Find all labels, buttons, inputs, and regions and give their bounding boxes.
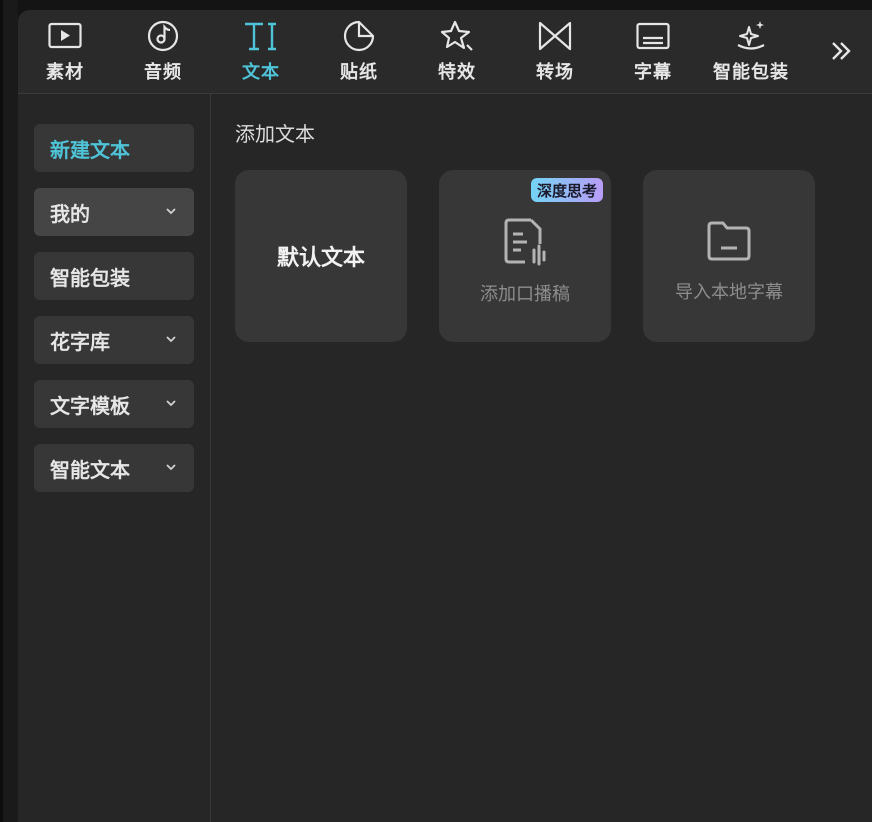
tab-transition[interactable]: 转场 — [512, 18, 598, 86]
tab-label: 智能包装 — [713, 62, 789, 83]
more-tabs-button[interactable] — [826, 36, 856, 66]
add-script-card[interactable]: 深度思考 添加口播稿 — [439, 170, 611, 342]
tab-subtitle[interactable]: 字幕 — [610, 18, 696, 86]
text-panel: 素材 音频 文本 贴纸 特效 转场 字幕 智能包装 新建文本 我的 智能包装 花… — [18, 10, 872, 822]
sidebar-item-label: 文字模板 — [50, 393, 130, 418]
default-text-card[interactable]: 默认文本 — [235, 170, 407, 342]
subtitle-icon — [635, 18, 671, 54]
tab-label: 转场 — [536, 62, 574, 83]
tab-label: 音频 — [144, 62, 182, 83]
folder-icon — [707, 221, 751, 261]
tab-label: 特效 — [438, 62, 476, 83]
script-audio-icon — [504, 218, 546, 266]
chevron-down-icon — [166, 400, 176, 407]
sticker-icon — [341, 18, 377, 54]
sidebar-item-label: 智能文本 — [50, 457, 130, 482]
tab-label: 素材 — [46, 62, 84, 83]
music-note-icon — [145, 18, 181, 54]
sidebar-item-label: 花字库 — [50, 329, 110, 354]
text-sidebar: 新建文本 我的 智能包装 花字库 文字模板 智能文本 — [18, 94, 211, 822]
sidebar-item-label: 智能包装 — [50, 265, 130, 290]
chevron-down-icon — [166, 464, 176, 471]
sidebar-item-smart-packaging[interactable]: 智能包装 — [34, 252, 194, 300]
tab-media[interactable]: 素材 — [22, 18, 108, 86]
sidebar-item-new-text[interactable]: 新建文本 — [34, 124, 194, 172]
tab-audio[interactable]: 音频 — [120, 18, 206, 86]
card-label: 导入本地字幕 — [675, 282, 783, 303]
magic-wand-icon — [733, 18, 769, 54]
text-ti-icon — [243, 18, 279, 54]
sidebar-item-fancy-text[interactable]: 花字库 — [34, 316, 194, 364]
sidebar-item-mine[interactable]: 我的 — [34, 188, 194, 236]
text-content-area: 添加文本 默认文本 深度思考 添加口播稿 导入本地字幕 — [211, 94, 872, 822]
tab-effects[interactable]: 特效 — [414, 18, 500, 86]
chevron-down-icon — [166, 336, 176, 343]
sidebar-item-label: 我的 — [50, 201, 90, 226]
category-toolbar: 素材 音频 文本 贴纸 特效 转场 字幕 智能包装 — [18, 10, 872, 94]
tab-label: 贴纸 — [340, 62, 378, 83]
chevron-down-icon — [166, 208, 176, 215]
tab-label: 字幕 — [634, 62, 672, 83]
star-sparkle-icon — [439, 18, 475, 54]
import-subtitle-card[interactable]: 导入本地字幕 — [643, 170, 815, 342]
tab-label: 文本 — [242, 62, 280, 83]
card-title: 默认文本 — [276, 246, 365, 271]
media-play-icon — [47, 18, 83, 54]
tab-text[interactable]: 文本 — [218, 18, 304, 86]
transition-bowtie-icon — [537, 18, 573, 54]
tab-smart-packaging[interactable]: 智能包装 — [708, 18, 794, 86]
section-title: 添加文本 — [235, 122, 315, 146]
sidebar-item-text-templates[interactable]: 文字模板 — [34, 380, 194, 428]
sidebar-item-label: 新建文本 — [50, 137, 130, 162]
deep-thinking-badge: 深度思考 — [530, 178, 603, 202]
card-label: 添加口播稿 — [480, 284, 570, 305]
sidebar-item-smart-text[interactable]: 智能文本 — [34, 444, 194, 492]
left-edge-border — [0, 0, 3, 822]
tab-sticker[interactable]: 贴纸 — [316, 18, 402, 86]
left-edge-strip — [0, 0, 18, 822]
double-chevron-right-icon — [832, 42, 851, 60]
